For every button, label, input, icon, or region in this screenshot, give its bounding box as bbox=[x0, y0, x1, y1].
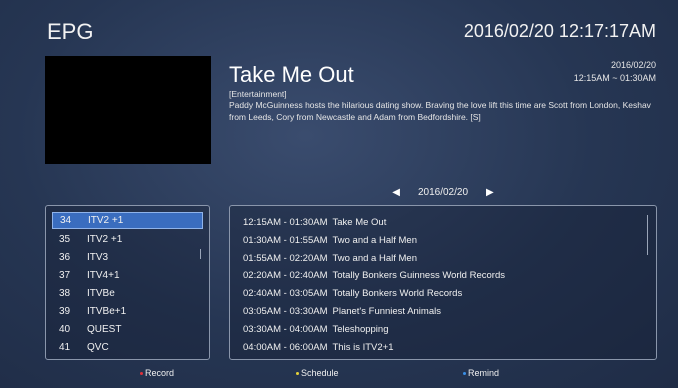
schedule-title: Totally Bonkers Guinness World Records bbox=[332, 270, 505, 281]
program-genre: [Entertainment] bbox=[229, 89, 287, 99]
program-description: Paddy McGuinness hosts the hilarious dat… bbox=[229, 100, 651, 122]
schedule-title: Planet's Funniest Animals bbox=[332, 306, 441, 317]
channel-name: ITVBe bbox=[87, 288, 115, 299]
schedule-time: 01:55AM - 02:20AM bbox=[243, 253, 328, 264]
channel-number: 34 bbox=[60, 215, 72, 226]
remind-button[interactable]: Remind bbox=[463, 368, 499, 378]
channel-name: ITV4+1 bbox=[87, 270, 120, 281]
schedule-title: Teleshopping bbox=[332, 324, 389, 335]
channel-number: 38 bbox=[59, 288, 71, 299]
schedule-item[interactable]: 02:20AM - 02:40AM Totally Bonkers Guinne… bbox=[243, 268, 505, 283]
remind-label: Remind bbox=[468, 368, 500, 378]
channel-scrollbar[interactable] bbox=[200, 249, 201, 259]
channel-name: QUEST bbox=[87, 324, 122, 335]
channel-name: ITV2 +1 bbox=[88, 215, 124, 226]
record-button[interactable]: Record bbox=[140, 368, 174, 378]
record-label: Record bbox=[145, 368, 175, 378]
channel-item[interactable]: 39 ITVBe+1 bbox=[52, 303, 203, 320]
channel-item[interactable]: 38 ITVBe bbox=[52, 285, 203, 302]
channel-number: 39 bbox=[59, 306, 71, 317]
schedule-item[interactable]: 03:05AM - 03:30AM Planet's Funniest Anim… bbox=[243, 304, 441, 319]
channel-item[interactable]: 40 QUEST bbox=[52, 321, 203, 338]
date-navigator: ◀ 2016/02/20 ▶ bbox=[229, 184, 657, 200]
channel-number: 37 bbox=[59, 270, 71, 281]
schedule-time: 12:15AM - 01:30AM bbox=[243, 217, 328, 228]
schedule-title: Take Me Out bbox=[332, 217, 387, 228]
yellow-dot-icon bbox=[296, 371, 299, 375]
schedule-scrollbar[interactable] bbox=[647, 215, 648, 255]
channel-number: 41 bbox=[59, 342, 71, 353]
schedule-title: This is ITV2+1 bbox=[332, 342, 394, 353]
schedule-button[interactable]: Schedule bbox=[296, 368, 339, 378]
channel-item[interactable]: 35 ITV2 +1 bbox=[52, 231, 203, 248]
channel-item[interactable]: 37 ITV4+1 bbox=[52, 267, 203, 284]
schedule-item[interactable]: 01:55AM - 02:20AM Two and a Half Men bbox=[243, 251, 417, 266]
left-triangle-icon[interactable]: ◀ bbox=[392, 187, 400, 198]
channel-item[interactable]: 34 ITV2 +1 bbox=[52, 212, 203, 229]
date-nav-label: 2016/02/20 bbox=[417, 186, 469, 198]
program-date: 2016/02/20 bbox=[610, 60, 656, 70]
schedule-time: 03:30AM - 04:00AM bbox=[243, 324, 328, 335]
channel-number: 36 bbox=[59, 252, 71, 263]
program-time: 12:15AM ~ 01:30AM bbox=[573, 73, 656, 83]
epg-screen: EPG 2016/02/20 12:17:17AM Take Me Out 20… bbox=[0, 0, 678, 388]
channel-item[interactable]: 41 QVC bbox=[52, 339, 203, 356]
schedule-label: Schedule bbox=[301, 368, 339, 378]
schedule-title: Totally Bonkers World Records bbox=[332, 288, 463, 299]
schedule-list: 12:15AM - 01:30AM Take Me Out 01:30AM - … bbox=[229, 205, 657, 360]
red-dot-icon bbox=[140, 371, 143, 375]
blue-dot-icon bbox=[463, 371, 466, 375]
channel-list: 34 ITV2 +1 35 ITV2 +1 36 ITV3 37 ITV4+1 … bbox=[45, 205, 210, 360]
video-preview bbox=[45, 56, 211, 164]
schedule-time: 01:30AM - 01:55AM bbox=[243, 235, 328, 246]
schedule-item[interactable]: 01:30AM - 01:55AM Two and a Half Men bbox=[243, 233, 417, 248]
schedule-item[interactable]: 12:15AM - 01:30AM Take Me Out bbox=[243, 215, 386, 230]
page-title: EPG bbox=[47, 19, 94, 44]
schedule-time: 02:40AM - 03:05AM bbox=[243, 288, 328, 299]
schedule-title: Two and a Half Men bbox=[332, 235, 418, 246]
right-triangle-icon[interactable]: ▶ bbox=[486, 187, 494, 198]
channel-item[interactable]: 36 ITV3 bbox=[52, 249, 203, 266]
schedule-item[interactable]: 04:00AM - 06:00AM This is ITV2+1 bbox=[243, 340, 393, 355]
channel-name: ITV2 +1 bbox=[87, 234, 123, 245]
schedule-title: Two and a Half Men bbox=[332, 253, 418, 264]
channel-number: 40 bbox=[59, 324, 71, 335]
channel-number: 35 bbox=[59, 234, 71, 245]
schedule-time: 04:00AM - 06:00AM bbox=[243, 342, 328, 353]
schedule-time: 03:05AM - 03:30AM bbox=[243, 306, 328, 317]
program-title: Take Me Out bbox=[229, 62, 354, 87]
schedule-item[interactable]: 03:30AM - 04:00AM Teleshopping bbox=[243, 322, 389, 337]
schedule-time: 02:20AM - 02:40AM bbox=[243, 270, 328, 281]
schedule-item[interactable]: 02:40AM - 03:05AM Totally Bonkers World … bbox=[243, 286, 462, 301]
channel-name: ITVBe+1 bbox=[87, 306, 127, 317]
clock: 2016/02/20 12:17:17AM bbox=[463, 21, 656, 41]
channel-name: QVC bbox=[87, 342, 109, 353]
channel-name: ITV3 bbox=[87, 252, 109, 263]
